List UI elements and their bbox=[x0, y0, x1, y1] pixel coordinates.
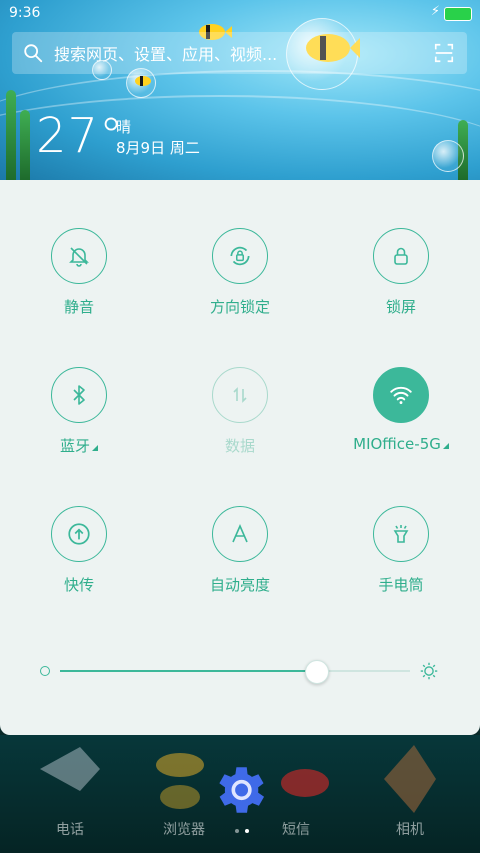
scan-icon[interactable] bbox=[433, 42, 455, 64]
bluetooth-toggle-button[interactable] bbox=[51, 367, 107, 423]
toggle-quick-share[interactable]: 快传 bbox=[9, 506, 149, 595]
rotation-lock-icon bbox=[230, 246, 250, 266]
toggle-lock-screen[interactable]: 锁屏 bbox=[331, 228, 471, 317]
page-indicator bbox=[232, 829, 252, 833]
brightness-slider[interactable] bbox=[40, 660, 440, 684]
fish-decoration bbox=[40, 747, 100, 791]
flashlight-button[interactable] bbox=[373, 506, 429, 562]
weather-date: 8月9日 周二 bbox=[116, 139, 200, 157]
toggle-label: 静音 bbox=[63, 298, 94, 316]
lock-icon bbox=[394, 247, 408, 265]
search-icon bbox=[24, 44, 43, 63]
toggle-label: 方向锁定 bbox=[209, 298, 270, 316]
seaweed-decoration bbox=[6, 90, 16, 180]
bluetooth-label: 蓝牙 bbox=[59, 437, 90, 455]
dock-app-messages[interactable]: 短信 bbox=[246, 819, 346, 839]
brightness-track[interactable] bbox=[60, 660, 410, 684]
share-icon bbox=[68, 523, 90, 545]
toggle-mobile-data[interactable]: 数据 bbox=[170, 367, 310, 456]
fish-decoration bbox=[135, 76, 151, 86]
toggle-auto-brightness[interactable]: 自动亮度 bbox=[170, 506, 310, 595]
expand-corner-icon bbox=[92, 445, 98, 451]
toggle-label: 数据 bbox=[224, 437, 255, 455]
silent-toggle-button[interactable] bbox=[51, 228, 107, 284]
toggle-label: 锁屏 bbox=[385, 298, 416, 316]
brightness-fill bbox=[60, 670, 316, 672]
quick-share-button[interactable] bbox=[51, 506, 107, 562]
auto-brightness-icon bbox=[232, 524, 248, 543]
bluetooth-icon bbox=[73, 385, 85, 405]
auto-brightness-button[interactable] bbox=[212, 506, 268, 562]
clock: 9:36 bbox=[9, 5, 41, 21]
battery-icon bbox=[444, 7, 472, 21]
toggle-label: 蓝牙 bbox=[9, 435, 149, 456]
bubble-decoration bbox=[432, 140, 464, 172]
wifi-icon bbox=[390, 386, 412, 404]
charging-icon: ⚡ bbox=[430, 4, 440, 19]
toggle-label: 手电筒 bbox=[378, 576, 424, 594]
dock-app-camera[interactable]: 相机 bbox=[360, 819, 460, 839]
dock-app-browser[interactable]: 浏览器 bbox=[134, 819, 234, 839]
toggle-wifi[interactable]: MIOffice-5G bbox=[331, 367, 471, 453]
fish-decoration bbox=[384, 745, 436, 813]
gear-icon[interactable] bbox=[208, 759, 270, 821]
toggle-flashlight[interactable]: 手电筒 bbox=[331, 506, 471, 595]
data-transfer-icon bbox=[233, 387, 247, 403]
toggle-rotation-lock[interactable]: 方向锁定 bbox=[170, 228, 310, 317]
bell-off-icon bbox=[69, 247, 89, 267]
fish-decoration bbox=[156, 753, 204, 809]
quick-settings-panel: 静音 方向锁定 锁屏 蓝牙 数据 MIOffice-5G 快传 自动亮度 手电筒 bbox=[0, 180, 480, 735]
search-input[interactable]: 搜索网页、设置、应用、视频... bbox=[54, 41, 277, 65]
page-dot-active bbox=[245, 829, 249, 833]
toggle-bluetooth[interactable]: 蓝牙 bbox=[9, 367, 149, 456]
page-dot bbox=[235, 829, 239, 833]
rotation-lock-toggle-button[interactable] bbox=[212, 228, 268, 284]
dock-app-phone[interactable]: 电话 bbox=[20, 819, 120, 839]
lock-screen-button[interactable] bbox=[373, 228, 429, 284]
brightness-high-icon bbox=[420, 662, 438, 680]
crab-decoration bbox=[281, 769, 329, 797]
flashlight-icon bbox=[393, 525, 409, 543]
toggle-label: MIOffice-5G bbox=[331, 435, 471, 453]
mobile-data-toggle-button[interactable] bbox=[212, 367, 268, 423]
expand-corner-icon bbox=[442, 443, 449, 449]
wifi-network-label: MIOffice-5G bbox=[353, 435, 441, 453]
seaweed-decoration bbox=[20, 110, 30, 180]
toggle-silent[interactable]: 静音 bbox=[9, 228, 149, 317]
brightness-low-icon bbox=[40, 666, 50, 676]
toggle-label: 自动亮度 bbox=[209, 576, 270, 594]
wallpaper-bottom: 电话 浏览器 短信 相机 bbox=[0, 735, 480, 853]
temperature: 27° bbox=[36, 108, 125, 164]
toggle-label: 快传 bbox=[63, 576, 94, 594]
wifi-toggle-button[interactable] bbox=[373, 367, 429, 423]
brightness-thumb[interactable] bbox=[304, 660, 329, 684]
weather-condition: 晴 bbox=[116, 118, 132, 136]
search-bar[interactable]: 搜索网页、设置、应用、视频... bbox=[12, 32, 467, 74]
status-bar: 9:36 ⚡ bbox=[0, 0, 480, 28]
